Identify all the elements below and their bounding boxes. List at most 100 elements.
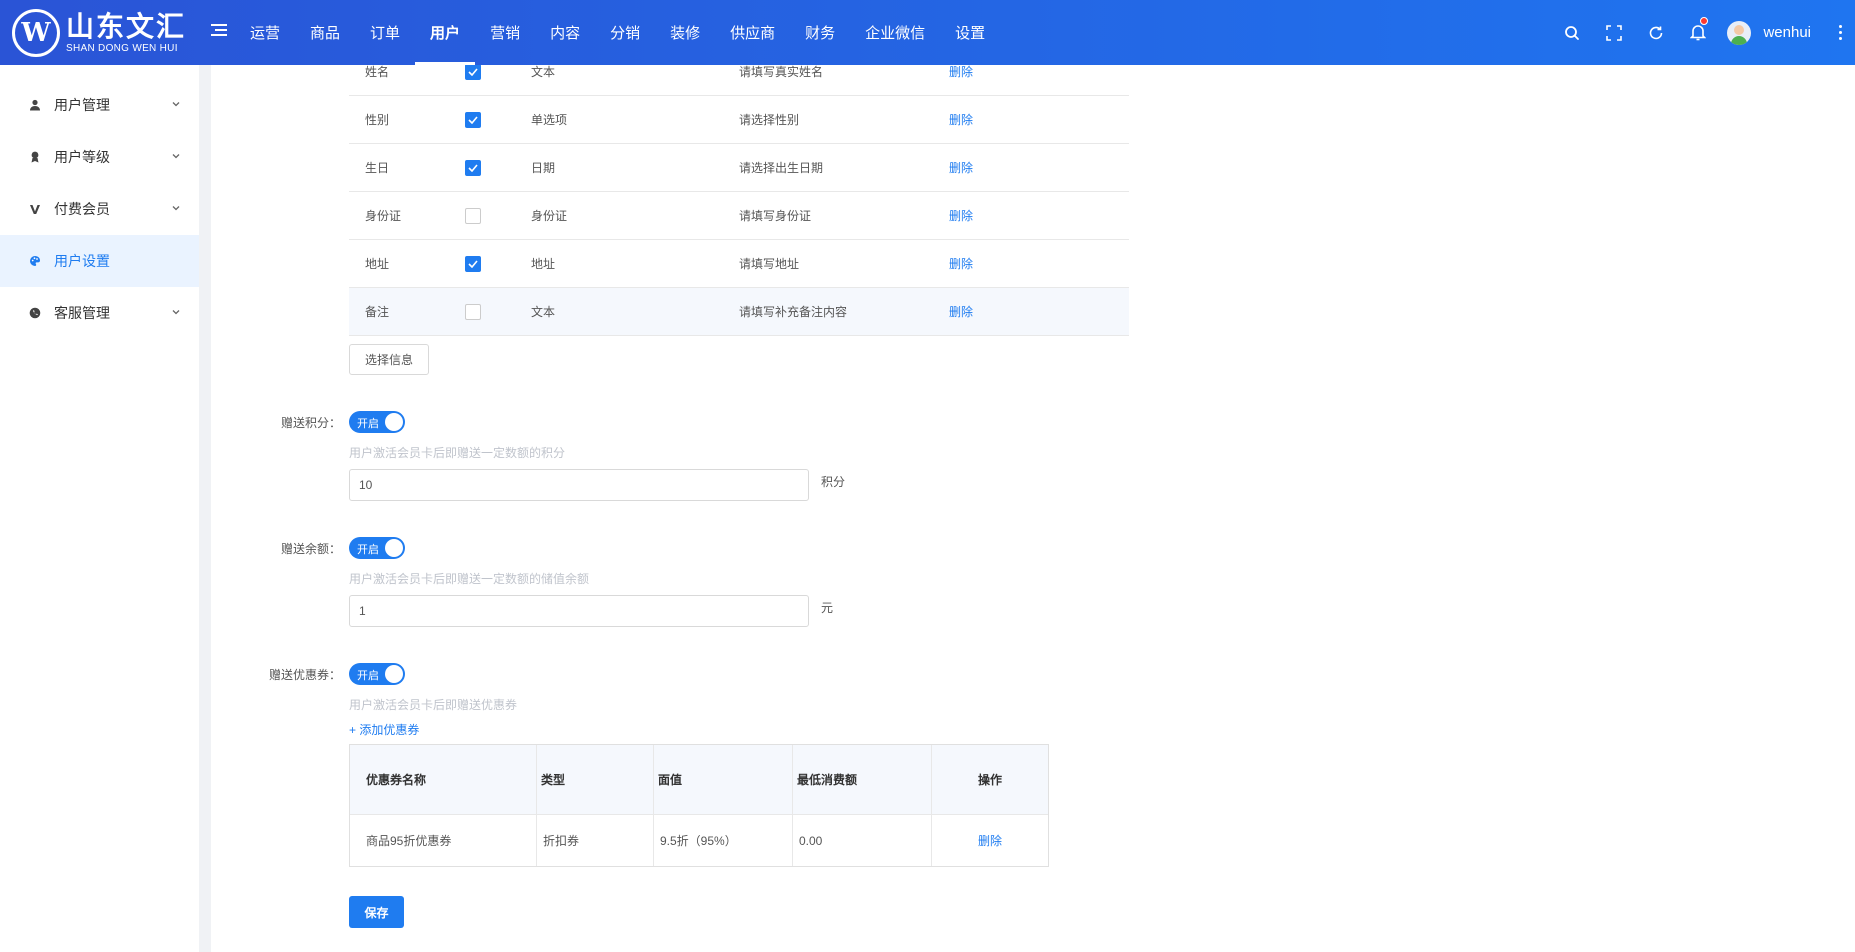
field-type: 单选项 (531, 113, 568, 127)
user-icon (28, 98, 42, 112)
delete-link[interactable]: 删除 (949, 303, 1129, 320)
table-row: 姓名 文本 请填写真实姓名 删除 (349, 65, 1129, 96)
logo-mark: W (12, 9, 60, 57)
sidebar-item-user-settings[interactable]: 用户设置 (0, 235, 199, 287)
field-type: 日期 (531, 161, 556, 175)
column-header: 面值 (654, 745, 793, 814)
field-name: 备注 (365, 305, 390, 319)
table-row: 性别 单选项 请选择性别 删除 (349, 96, 1129, 144)
coupon-switch[interactable]: 开启 (349, 663, 405, 685)
table-row: 生日 日期 请选择出生日期 删除 (349, 144, 1129, 192)
field-type: 身份证 (531, 209, 568, 223)
user-menu[interactable]: wenhui (1719, 0, 1825, 65)
switch-text: 开启 (357, 670, 379, 682)
nav-item-operations[interactable]: 运营 (235, 0, 295, 65)
column-header: 类型 (537, 745, 654, 814)
field-placeholder: 请填写补充备注内容 (739, 305, 848, 319)
top-nav: 运营 商品 订单 用户 营销 内容 分销 装修 供应商 财务 企业微信 设置 (235, 0, 1000, 65)
field-type: 文本 (531, 305, 556, 319)
balance-label: 赠送余额： (280, 542, 341, 556)
sidebar-item-label: 用户等级 (54, 149, 110, 165)
more-icon[interactable] (1825, 0, 1855, 65)
nav-item-distribution[interactable]: 分销 (595, 0, 655, 65)
refresh-icon[interactable] (1635, 0, 1677, 65)
required-checkbox[interactable] (465, 303, 481, 320)
fullscreen-icon[interactable] (1593, 0, 1635, 65)
points-switch[interactable]: 开启 (349, 411, 405, 433)
field-type: 文本 (531, 65, 556, 79)
delete-link[interactable]: 删除 (949, 65, 1129, 80)
select-info-button[interactable]: 选择信息 (349, 344, 429, 375)
nav-item-settings[interactable]: 设置 (940, 0, 1000, 65)
sidebar: 用户管理 用户等级 付费会员 用户设置 客服管理 (0, 65, 199, 952)
coupon-value: 9.5折（95%） (654, 815, 793, 866)
required-checkbox[interactable] (465, 159, 481, 176)
coupon-label: 赠送优惠券： (268, 668, 341, 682)
notification-dot (1700, 17, 1709, 25)
nav-item-decoration[interactable]: 装修 (655, 0, 715, 65)
field-name: 地址 (365, 257, 390, 271)
nav-item-finance[interactable]: 财务 (790, 0, 850, 65)
balance-switch[interactable]: 开启 (349, 537, 405, 559)
nav-item-suppliers[interactable]: 供应商 (715, 0, 790, 65)
balance-input[interactable] (349, 595, 809, 627)
points-input[interactable] (349, 469, 809, 501)
logo-subtitle: SHAN DONG WEN HUI (66, 42, 178, 54)
required-checkbox[interactable] (465, 207, 481, 224)
coupon-table: 优惠券名称 类型 面值 最低消费额 操作 商品95折优惠券 折扣券 9.5折（9… (349, 744, 1049, 867)
field-placeholder: 请填写身份证 (739, 209, 812, 223)
delete-link[interactable]: 删除 (949, 159, 1129, 176)
vip-icon (28, 202, 42, 216)
points-label: 赠送积分： (280, 416, 341, 430)
column-header: 优惠券名称 (350, 745, 537, 814)
menu-toggle-icon[interactable] (211, 24, 227, 40)
nav-item-content[interactable]: 内容 (535, 0, 595, 65)
username: wenhui (1763, 24, 1811, 41)
nav-item-wecom[interactable]: 企业微信 (850, 0, 940, 65)
delete-link[interactable]: 删除 (949, 255, 1129, 272)
nav-item-users[interactable]: 用户 (415, 0, 476, 65)
coupon-min: 0.00 (793, 815, 932, 866)
delete-link[interactable]: 删除 (978, 832, 1002, 849)
table-header: 优惠券名称 类型 面值 最低消费额 操作 (350, 745, 1048, 814)
level-icon (28, 150, 42, 164)
sidebar-item-user-management[interactable]: 用户管理 (0, 79, 199, 131)
table-row: 地址 地址 请填写地址 删除 (349, 240, 1129, 288)
delete-link[interactable]: 删除 (949, 111, 1129, 128)
required-checkbox[interactable] (465, 65, 481, 80)
required-checkbox[interactable] (465, 111, 481, 128)
nav-item-products[interactable]: 商品 (295, 0, 355, 65)
sidebar-item-label: 客服管理 (54, 305, 110, 321)
sidebar-item-user-level[interactable]: 用户等级 (0, 131, 199, 183)
field-name: 身份证 (365, 209, 402, 223)
field-name: 性别 (365, 113, 390, 127)
nav-item-orders[interactable]: 订单 (355, 0, 415, 65)
sidebar-item-label: 付费会员 (54, 201, 110, 217)
balance-help: 用户激活会员卡后即赠送一定数额的储值余额 (349, 572, 590, 586)
field-name: 姓名 (365, 65, 390, 79)
delete-link[interactable]: 删除 (949, 207, 1129, 224)
main-content: 姓名 文本 请填写真实姓名 删除 性别 单选项 请选择性别 删除 生日 日期 请… (211, 65, 1855, 952)
table-row: 身份证 身份证 请填写身份证 删除 (349, 192, 1129, 240)
save-button[interactable]: 保存 (349, 896, 404, 928)
top-header: W 山东文汇 SHAN DONG WEN HUI 运营 商品 订单 用户 营销 … (0, 0, 1855, 65)
points-unit: 积分 (821, 475, 846, 489)
sidebar-item-label: 用户设置 (54, 253, 110, 269)
field-placeholder: 请填写地址 (739, 257, 800, 271)
sidebar-item-customer-service[interactable]: 客服管理 (0, 287, 199, 339)
logo[interactable]: W 山东文汇 SHAN DONG WEN HUI (12, 9, 186, 57)
required-checkbox[interactable] (465, 255, 481, 272)
chevron-down-icon (172, 310, 180, 315)
search-icon[interactable] (1551, 0, 1593, 65)
bell-icon[interactable] (1677, 0, 1719, 65)
sidebar-item-label: 用户管理 (54, 97, 110, 113)
column-header: 操作 (977, 773, 1002, 787)
balance-unit: 元 (821, 601, 834, 615)
sidebar-item-paid-member[interactable]: 付费会员 (0, 183, 199, 235)
nav-item-marketing[interactable]: 营销 (475, 0, 535, 65)
add-coupon-link[interactable]: + 添加优惠券 (349, 721, 419, 738)
field-placeholder: 请选择出生日期 (739, 161, 824, 175)
info-fields-table: 姓名 文本 请填写真实姓名 删除 性别 单选项 请选择性别 删除 生日 日期 请… (349, 65, 1129, 336)
avatar (1727, 20, 1752, 45)
switch-text: 开启 (357, 544, 379, 556)
